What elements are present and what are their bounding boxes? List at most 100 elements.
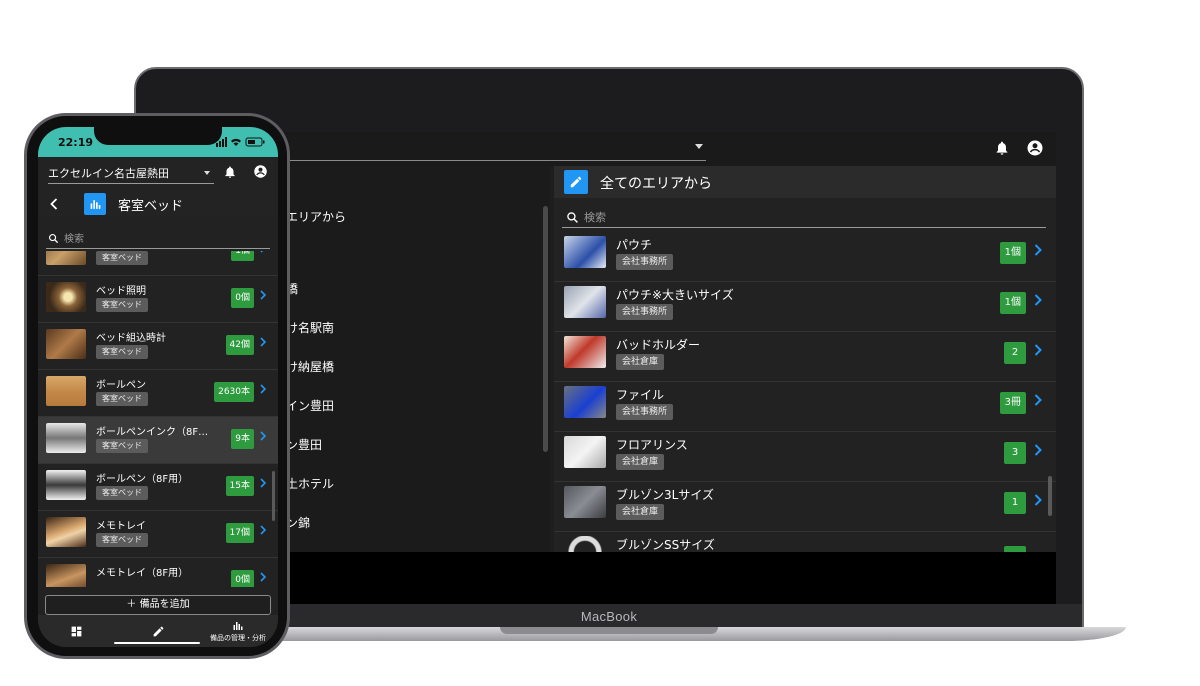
- quantity-badge: 0個: [231, 570, 254, 587]
- location-tag: 会社事務所: [616, 404, 674, 420]
- home-indicator: [114, 642, 200, 644]
- quantity-badge: 2630本: [214, 382, 254, 402]
- search-bar: [562, 208, 1046, 228]
- phone-screen: 22:19 エクセルイン名古屋熱田 客室ベッド 客室ベッド 1個: [38, 127, 278, 647]
- chevron-right-icon[interactable]: [260, 572, 266, 582]
- quantity-badge: 1個: [999, 242, 1026, 264]
- chevron-right-icon[interactable]: [260, 431, 266, 441]
- search-bar: [46, 229, 270, 249]
- account-icon[interactable]: [253, 164, 268, 179]
- list-item[interactable]: ベッド組込時計 客室ベッド 42個: [38, 323, 278, 370]
- panel-title: 全てのエリアから: [600, 176, 712, 192]
- pencil-icon: [564, 170, 588, 194]
- item-thumbnail: [46, 423, 86, 453]
- item-name: フロアリンス: [616, 438, 688, 452]
- chevron-right-icon[interactable]: [260, 251, 266, 253]
- hotel-select[interactable]: エクセルイン名古屋熱田: [48, 165, 169, 181]
- item-name: メモトレイ: [96, 521, 146, 532]
- location-tag: 会社倉庫: [616, 454, 665, 470]
- list-item[interactable]: ブルゾン3Lサイズ 会社倉庫 1: [554, 482, 1056, 532]
- list-item[interactable]: ボールペン（8F用） 客室ベッド 15本: [38, 464, 278, 511]
- chevron-right-icon[interactable]: [260, 290, 266, 300]
- pencil-icon: [153, 626, 163, 636]
- bell-icon[interactable]: [994, 140, 1010, 156]
- item-thumbnail: [564, 486, 606, 518]
- chevron-down-icon[interactable]: [695, 144, 703, 149]
- scrollbar[interactable]: [543, 206, 548, 452]
- list-item[interactable]: パウチ 会社事務所 1個: [554, 236, 1056, 282]
- scrollbar[interactable]: [272, 471, 275, 521]
- chevron-right-icon[interactable]: [260, 478, 266, 488]
- account-icon[interactable]: [1026, 139, 1044, 157]
- chevron-right-icon[interactable]: [1034, 444, 1042, 456]
- search-input[interactable]: [64, 231, 264, 247]
- status-time: 22:19: [58, 136, 94, 149]
- item-thumbnail: [564, 386, 606, 418]
- list-item[interactable]: ベッド照明 客室ベッド 0個: [38, 276, 278, 323]
- list-item[interactable]: ボールペン 客室ベッド 2630本: [38, 370, 278, 417]
- location-tag: 会社事務所: [616, 254, 674, 270]
- list-item[interactable]: ブルゾンSSサイズ: [554, 532, 1056, 552]
- list-item[interactable]: パウチ※大きいサイズ 会社事務所 1個: [554, 282, 1056, 332]
- back-arrow-icon[interactable]: [50, 198, 58, 210]
- list-item[interactable]: 客室ベッド 1個: [38, 251, 278, 276]
- item-thumbnail: [46, 564, 86, 587]
- item-thumbnail: [564, 536, 606, 552]
- scrollbar[interactable]: [1048, 476, 1052, 516]
- item-name: メモトレイ（8F用）: [96, 568, 189, 579]
- quantity-badge: 2: [1004, 342, 1026, 364]
- area-item[interactable]: け納屋橋: [286, 358, 334, 375]
- select-underline: [48, 183, 214, 184]
- area-item[interactable]: 土ホテル: [286, 475, 334, 492]
- search-input[interactable]: [584, 208, 1024, 226]
- item-name: ベッド照明: [96, 286, 146, 297]
- item-thumbnail: [46, 376, 86, 406]
- quantity-badge: 1個: [231, 251, 254, 261]
- area-item[interactable]: ン豊田: [286, 436, 322, 453]
- quantity-badge: 1: [1004, 492, 1026, 514]
- chevron-right-icon[interactable]: [1034, 394, 1042, 406]
- list-item-selected[interactable]: ボールペンインク（8F… 客室ベッド 9本: [38, 417, 278, 464]
- dashboard-icon: [71, 626, 81, 636]
- quantity-badge: 17個: [225, 523, 254, 543]
- chevron-right-icon[interactable]: [260, 525, 266, 535]
- app-header: エクセルイン名古屋熱田 客室ベッド: [38, 157, 278, 217]
- nav-analysis[interactable]: 備品の管理・分析: [198, 615, 278, 647]
- location-tag: 客室ベッド: [96, 533, 148, 547]
- quantity-badge: 3: [1004, 442, 1026, 464]
- nav-dashboard[interactable]: [60, 615, 92, 647]
- chevron-right-icon[interactable]: [1034, 344, 1042, 356]
- item-name: ボールペン: [96, 380, 146, 391]
- item-list: 客室ベッド 1個 ベッド照明 客室ベッド 0個 ベッド組込時計 客室ベッド 42…: [38, 251, 278, 587]
- chevron-right-icon[interactable]: [1034, 294, 1042, 306]
- item-name: ファイル: [616, 388, 665, 402]
- bell-icon[interactable]: [223, 165, 237, 179]
- quantity-badge: 9本: [231, 429, 254, 449]
- item-name: バッドホルダー: [616, 338, 701, 352]
- item-thumbnail: [564, 286, 606, 318]
- chevron-right-icon[interactable]: [260, 337, 266, 347]
- chevron-right-icon[interactable]: [1034, 494, 1042, 506]
- signal-wifi-battery-icon: [216, 137, 265, 147]
- quantity-badge: 15本: [225, 476, 254, 496]
- chevron-right-icon[interactable]: [1034, 244, 1042, 256]
- item-list-panel: 全てのエリアから パウチ 会社事務所 1個 パウチ※大きいサイズ 会社事務所 1…: [554, 166, 1056, 552]
- chevron-right-icon[interactable]: [260, 384, 266, 394]
- location-tag: 会社倉庫: [616, 504, 665, 520]
- item-thumbnail: [46, 517, 86, 547]
- quantity-badge: 42個: [225, 335, 254, 355]
- list-item[interactable]: フロアリンス 会社倉庫 3: [554, 432, 1056, 482]
- list-item[interactable]: バッドホルダー 会社倉庫 2: [554, 332, 1056, 382]
- list-item[interactable]: メモトレイ（8F用） 0個: [38, 558, 278, 587]
- item-thumbnail: [564, 236, 606, 268]
- area-item[interactable]: イン豊田: [286, 397, 334, 414]
- add-item-button[interactable]: ＋ 備品を追加: [45, 595, 271, 615]
- area-item[interactable]: け名駅南: [286, 319, 334, 336]
- chevron-down-icon[interactable]: [204, 171, 210, 175]
- list-item[interactable]: ファイル 会社事務所 3冊: [554, 382, 1056, 432]
- area-item[interactable]: エリアから: [286, 208, 346, 225]
- brand-label: MacBook: [580, 608, 638, 624]
- category-title: 客室ベッド: [118, 199, 184, 214]
- list-item[interactable]: メモトレイ 客室ベッド 17個: [38, 511, 278, 558]
- bar-chart-icon: [84, 193, 106, 215]
